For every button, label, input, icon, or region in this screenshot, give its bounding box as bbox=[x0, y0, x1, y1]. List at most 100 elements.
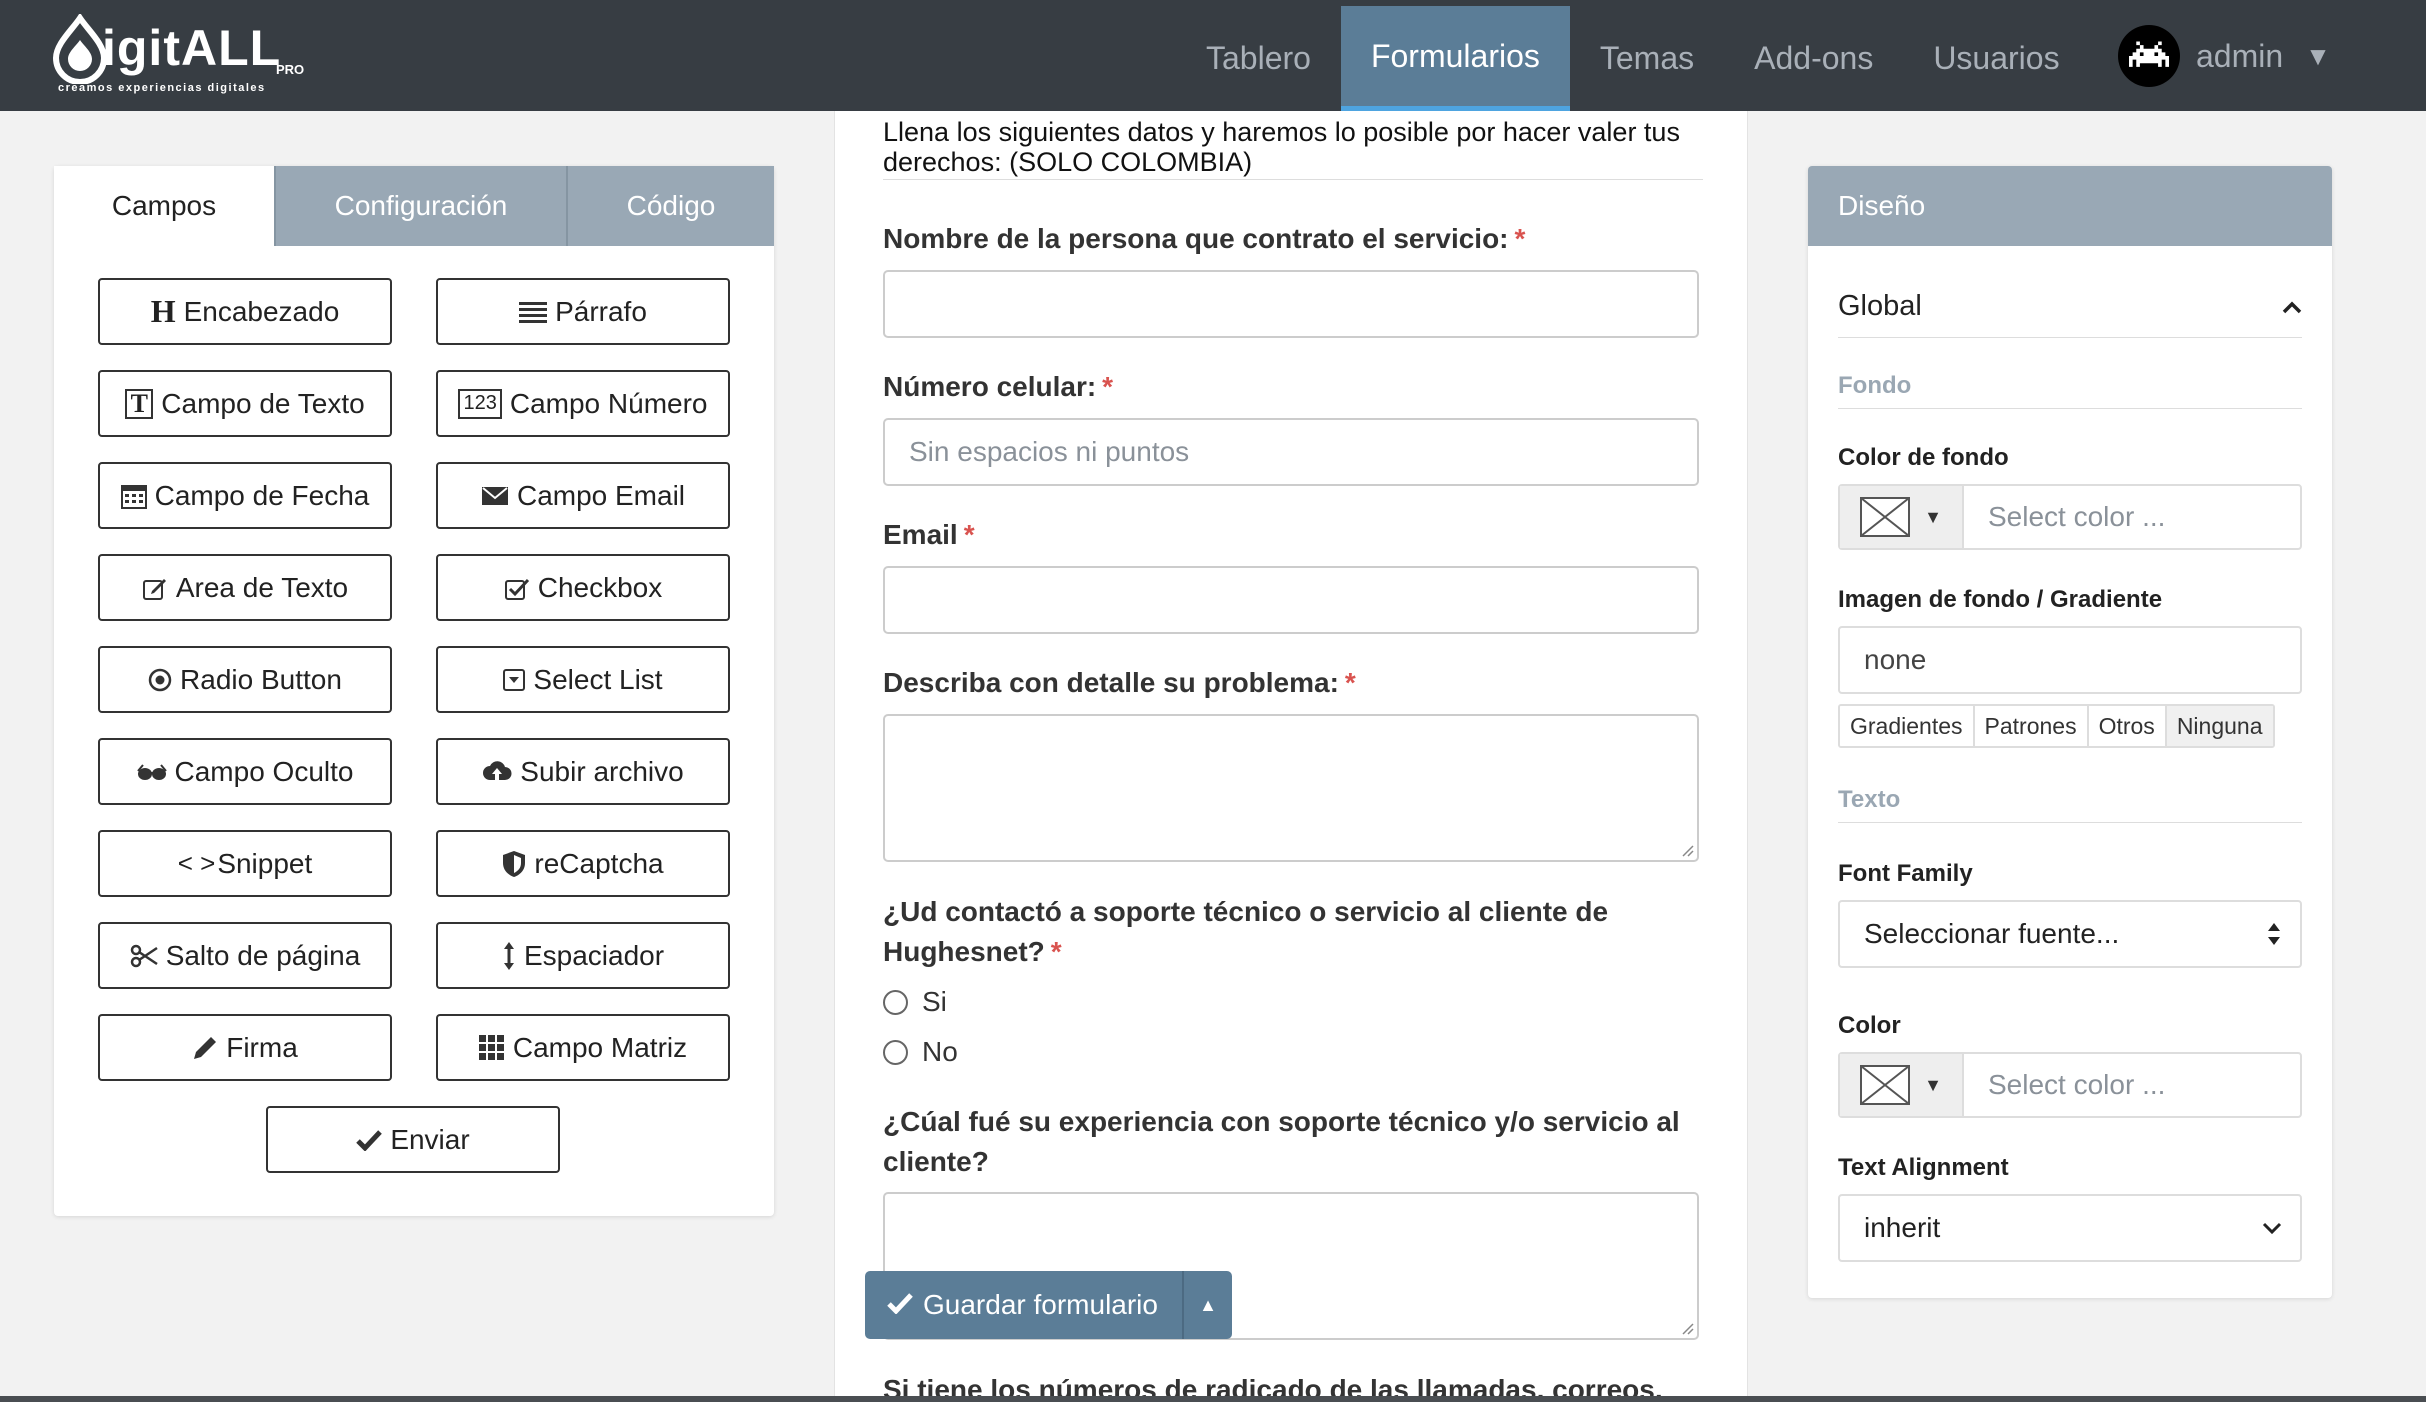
add-campo-fecha-button[interactable]: Campo de Fecha bbox=[98, 462, 392, 529]
no-color-icon bbox=[1860, 497, 1911, 537]
grid-icon bbox=[478, 1034, 505, 1061]
phone-label: Número celular: * bbox=[883, 371, 1114, 402]
text-align-select[interactable]: inherit bbox=[1838, 1194, 2302, 1262]
fields-panel: Campos Configuración Código H Encabezado… bbox=[54, 166, 774, 1216]
tab-codigo[interactable]: Código bbox=[566, 166, 774, 246]
nav-usuarios[interactable]: Usuarios bbox=[1903, 6, 2089, 111]
email-input[interactable] bbox=[883, 566, 1699, 634]
name-label: Nombre de la persona que contrato el ser… bbox=[883, 223, 1526, 254]
add-espaciador-button[interactable]: Espaciador bbox=[436, 922, 730, 989]
required-mark: * bbox=[1050, 936, 1062, 967]
chevron-up-icon bbox=[2282, 301, 2302, 313]
fondo-section: Fondo bbox=[1838, 372, 2302, 409]
no-color-icon bbox=[1860, 1065, 1911, 1105]
caret-up-icon: ▲ bbox=[1199, 1294, 1217, 1315]
logo-tagline: creamos experiencias digitales bbox=[58, 82, 266, 94]
save-options-caret[interactable]: ▲ bbox=[1181, 1271, 1232, 1339]
scissors-icon bbox=[130, 944, 158, 968]
otros-button[interactable]: Otros bbox=[2088, 706, 2167, 746]
patrones-button[interactable]: Patrones bbox=[1974, 706, 2089, 746]
space-invader-icon bbox=[2129, 41, 2169, 67]
cloud-upload-icon bbox=[482, 760, 512, 784]
nav-temas[interactable]: Temas bbox=[1570, 6, 1724, 111]
resize-handle-icon[interactable] bbox=[1680, 1321, 1694, 1335]
tab-configuracion[interactable]: Configuración bbox=[274, 166, 566, 246]
form-preview: Llena los siguientes datos y haremos lo … bbox=[834, 111, 1748, 1402]
name-input[interactable] bbox=[883, 270, 1699, 338]
radio-no[interactable]: No bbox=[883, 1036, 958, 1068]
save-form-button[interactable]: Guardar formulario bbox=[865, 1271, 1182, 1339]
add-campo-numero-button[interactable]: 123 Campo Número bbox=[436, 370, 730, 437]
add-subir-archivo-button[interactable]: Subir archivo bbox=[436, 738, 730, 805]
add-area-texto-button[interactable]: Area de Texto bbox=[98, 554, 392, 621]
caret-down-icon: ▼ bbox=[1924, 1074, 1942, 1095]
add-salto-pagina-button[interactable]: Salto de página bbox=[98, 922, 392, 989]
add-snippet-button[interactable]: < > Snippet bbox=[98, 830, 392, 897]
envelope-icon bbox=[481, 486, 509, 506]
radio-icon[interactable] bbox=[883, 989, 908, 1015]
checkbox-icon bbox=[504, 575, 530, 601]
nav-formularios[interactable]: Formularios bbox=[1340, 6, 1570, 111]
shield-icon bbox=[502, 850, 526, 878]
add-campo-texto-button[interactable]: T Campo de Texto bbox=[98, 370, 392, 437]
add-enviar-button[interactable]: Enviar bbox=[266, 1106, 560, 1173]
bg-color-label: Color de fondo bbox=[1838, 444, 2009, 471]
panel-tabs: Campos Configuración Código bbox=[54, 166, 774, 246]
avatar bbox=[2118, 25, 2180, 87]
problem-label: Describa con detalle su problema: * bbox=[883, 667, 1356, 698]
window-bottom-edge bbox=[0, 1396, 2426, 1402]
phone-input[interactable]: Sin espacios ni puntos bbox=[883, 418, 1699, 486]
add-checkbox-button[interactable]: Checkbox bbox=[436, 554, 730, 621]
add-select-list-button[interactable]: Select List bbox=[436, 646, 730, 713]
global-accordion[interactable]: Global bbox=[1838, 276, 2302, 338]
bg-image-input[interactable]: none bbox=[1838, 626, 2302, 694]
user-menu[interactable]: admin ▼ bbox=[2118, 25, 2331, 87]
bg-image-label: Imagen de fondo / Gradiente bbox=[1838, 586, 2163, 613]
resize-handle-icon[interactable] bbox=[1680, 843, 1694, 857]
problem-textarea[interactable] bbox=[883, 714, 1699, 862]
field-buttons: H Encabezado Párrafo T Campo de Texto 12… bbox=[98, 278, 730, 1081]
ninguna-button[interactable]: Ninguna bbox=[2166, 706, 2273, 746]
form-intro: Llena los siguientes datos y haremos lo … bbox=[883, 117, 1703, 180]
required-mark: * bbox=[1344, 667, 1356, 698]
bg-color-swatch[interactable]: ▼ bbox=[1840, 486, 1964, 548]
bg-color-picker: ▼ Select color ... bbox=[1838, 484, 2302, 550]
radio-icon[interactable] bbox=[883, 1039, 908, 1065]
radio-si[interactable]: Si bbox=[883, 986, 947, 1018]
text-color-input[interactable]: Select color ... bbox=[1964, 1054, 2300, 1116]
add-recaptcha-button[interactable]: reCaptcha bbox=[436, 830, 730, 897]
vertical-arrows-icon bbox=[502, 941, 516, 971]
top-navbar: igitALL PRO creamos experiencias digital… bbox=[0, 0, 2426, 111]
code-icon: < > bbox=[177, 848, 216, 878]
gradientes-button[interactable]: Gradientes bbox=[1840, 706, 1975, 746]
updown-arrows-icon bbox=[2268, 923, 2280, 945]
experience-label: ¿Cúal fué su experiencia con soporte téc… bbox=[883, 1106, 1680, 1177]
add-campo-email-button[interactable]: Campo Email bbox=[436, 462, 730, 529]
text-color-swatch[interactable]: ▼ bbox=[1840, 1054, 1964, 1116]
number-field-icon: 123 bbox=[458, 388, 502, 419]
texto-section: Texto bbox=[1838, 786, 2302, 823]
add-encabezado-button[interactable]: H Encabezado bbox=[98, 278, 392, 345]
add-campo-oculto-button[interactable]: Campo Oculto bbox=[98, 738, 392, 805]
caret-down-icon: ▼ bbox=[1924, 506, 1942, 527]
add-radio-button-button[interactable]: Radio Button bbox=[98, 646, 392, 713]
email-label: Email * bbox=[883, 519, 975, 550]
required-mark: * bbox=[1514, 223, 1526, 254]
bg-color-input[interactable]: Select color ... bbox=[1964, 486, 2300, 548]
add-campo-matriz-button[interactable]: Campo Matriz bbox=[436, 1014, 730, 1081]
user-name: admin bbox=[2196, 37, 2284, 74]
tab-campos[interactable]: Campos bbox=[54, 166, 274, 246]
text-align-label: Text Alignment bbox=[1838, 1154, 2009, 1181]
add-firma-button[interactable]: Firma bbox=[98, 1014, 392, 1081]
save-form-group: Guardar formulario ▲ bbox=[865, 1271, 1232, 1339]
text-field-icon: T bbox=[125, 388, 154, 419]
nav-add-ons[interactable]: Add-ons bbox=[1724, 6, 1903, 111]
glasses-icon bbox=[136, 763, 167, 781]
logo-text: igitALL bbox=[102, 20, 282, 76]
font-family-select[interactable]: Seleccionar fuente... bbox=[1838, 900, 2302, 968]
caret-down-icon: ▼ bbox=[2305, 40, 2331, 71]
color-label: Color bbox=[1838, 1012, 1901, 1039]
add-parrafo-button[interactable]: Párrafo bbox=[436, 278, 730, 345]
digitall-logo[interactable]: igitALL PRO creamos experiencias digital… bbox=[50, 14, 310, 98]
nav-tablero[interactable]: Tablero bbox=[1176, 6, 1341, 111]
